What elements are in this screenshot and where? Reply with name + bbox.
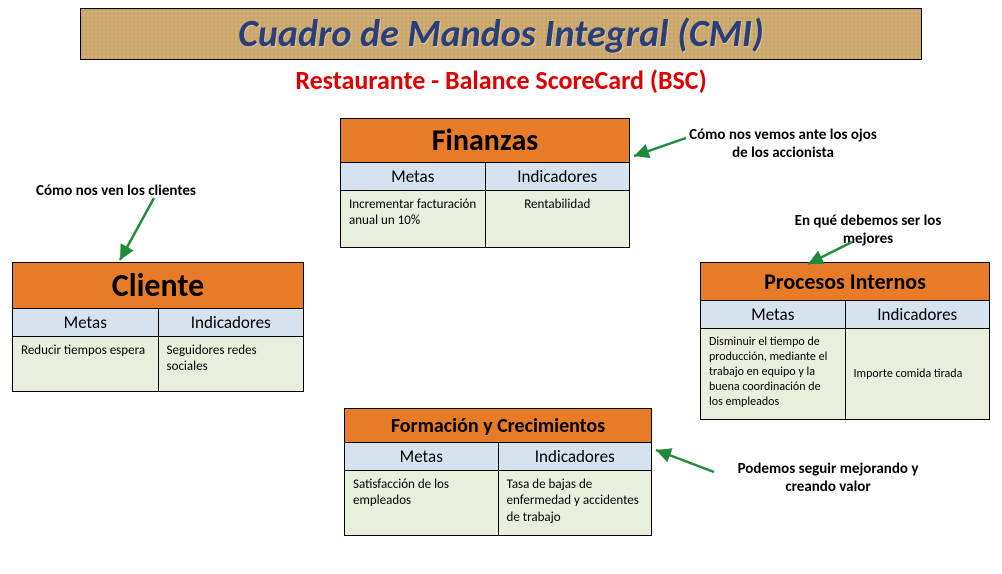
formacion-meta: Satisfacción de los empleados bbox=[345, 471, 499, 535]
annotation-finanzas: Cómo nos vemos ante los ojos de los acci… bbox=[688, 126, 878, 162]
perspective-cliente: Cliente Metas Indicadores Reducir tiempo… bbox=[12, 262, 304, 392]
cliente-meta: Reducir tiempos espera bbox=[13, 337, 159, 391]
finanzas-body: Incrementar facturación anual un 10% Ren… bbox=[341, 191, 629, 247]
procesos-indicador: Importe comida tirada bbox=[846, 329, 990, 419]
cliente-indicador: Seguidores redes sociales bbox=[159, 337, 304, 391]
finanzas-subhead: Metas Indicadores bbox=[341, 163, 629, 191]
arrow-cliente bbox=[110, 194, 160, 268]
perspective-formacion: Formación y Crecimientos Metas Indicador… bbox=[344, 408, 652, 536]
formacion-indicador: Tasa de bajas de enfermedad y accidentes… bbox=[499, 471, 652, 535]
page-subtitle: Restaurante - Balance ScoreCard (BSC) bbox=[0, 64, 1002, 96]
perspective-procesos: Procesos Internos Metas Indicadores Dism… bbox=[700, 262, 990, 420]
col-indicadores: Indicadores bbox=[499, 443, 652, 470]
cliente-header: Cliente bbox=[13, 263, 303, 309]
annotation-procesos: En qué debemos ser los mejores bbox=[768, 212, 968, 248]
col-indicadores: Indicadores bbox=[486, 163, 630, 190]
cliente-body: Reducir tiempos espera Seguidores redes … bbox=[13, 337, 303, 391]
formacion-subhead: Metas Indicadores bbox=[345, 443, 651, 471]
col-indicadores: Indicadores bbox=[846, 301, 990, 328]
col-metas: Metas bbox=[13, 309, 159, 336]
cliente-subhead: Metas Indicadores bbox=[13, 309, 303, 337]
annotation-formacion: Podemos seguir mejorando y creando valor bbox=[718, 460, 938, 496]
arrow-finanzas bbox=[628, 130, 690, 164]
finanzas-indicador: Rentabilidad bbox=[486, 191, 630, 247]
col-metas: Metas bbox=[341, 163, 486, 190]
col-metas: Metas bbox=[701, 301, 846, 328]
procesos-header: Procesos Internos bbox=[701, 263, 989, 301]
procesos-meta: Disminuir el tiempo de producción, media… bbox=[701, 329, 846, 419]
formacion-body: Satisfacción de los empleados Tasa de ba… bbox=[345, 471, 651, 535]
page-title: Cuadro de Mandos Integral (CMI) bbox=[238, 11, 764, 57]
col-indicadores: Indicadores bbox=[159, 309, 304, 336]
perspective-finanzas: Finanzas Metas Indicadores Incrementar f… bbox=[340, 118, 630, 248]
arrow-formacion bbox=[650, 444, 720, 478]
col-metas: Metas bbox=[345, 443, 499, 470]
finanzas-meta: Incrementar facturación anual un 10% bbox=[341, 191, 486, 247]
procesos-body: Disminuir el tiempo de producción, media… bbox=[701, 329, 989, 419]
procesos-subhead: Metas Indicadores bbox=[701, 301, 989, 329]
annotation-cliente: Cómo nos ven los clientes bbox=[36, 182, 196, 200]
finanzas-header: Finanzas bbox=[341, 119, 629, 163]
title-banner: Cuadro de Mandos Integral (CMI) bbox=[80, 8, 922, 60]
formacion-header: Formación y Crecimientos bbox=[345, 409, 651, 443]
